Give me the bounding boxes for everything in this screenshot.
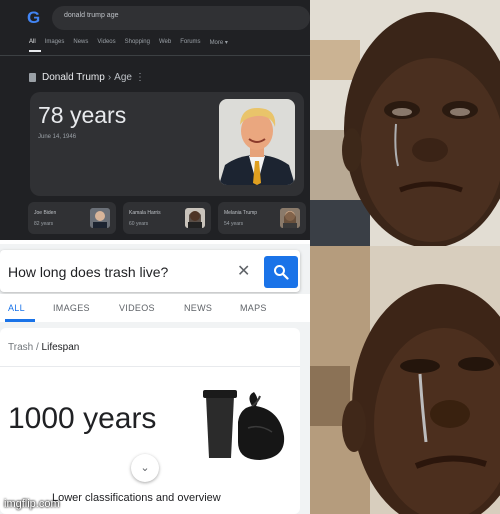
person-avatar [185, 208, 205, 228]
dark-tab-bar: All Images News Videos Shopping Web Foru… [29, 39, 228, 46]
tab-news[interactable]: News [73, 39, 88, 46]
clear-icon[interactable]: ✕ [237, 261, 250, 281]
portrait-image[interactable] [219, 99, 295, 185]
tab-videos[interactable]: Videos [97, 39, 115, 46]
active-tab-indicator [29, 50, 41, 52]
light-search-panel: How long does trash live? ✕ ALL IMAGES V… [0, 244, 310, 514]
trash-bag-icon [203, 390, 285, 460]
breadcrumb-separator: / [33, 342, 42, 353]
google-logo-icon[interactable]: G [27, 8, 40, 28]
tab-videos[interactable]: VIDEOS [119, 303, 155, 313]
person-name: Melania Trump [224, 210, 258, 216]
dark-search-query: donald trump age [64, 12, 119, 19]
related-people: Joe Biden 82 years Kamala Harris 60 year… [28, 202, 306, 234]
divider [0, 55, 310, 56]
tab-bar: ALL IMAGES VIDEOS NEWS MAPS [0, 294, 310, 322]
related-person-card[interactable]: Melania Trump 54 years [218, 202, 306, 234]
breadcrumb-entity[interactable]: Trash [8, 342, 33, 353]
tab-forums[interactable]: Forums [180, 39, 200, 46]
answer-card: 78 years June 14, 1946 [30, 92, 304, 196]
answer-value: 78 years [38, 102, 127, 128]
tab-all[interactable]: All [29, 39, 36, 46]
entity-icon [29, 73, 36, 82]
chevron-down-icon[interactable]: ⌄ [131, 454, 159, 482]
person-age: 82 years [34, 221, 54, 227]
search-button[interactable] [264, 256, 298, 288]
imgflip-watermark: imgflip.com [4, 498, 60, 510]
tab-web[interactable]: Web [159, 39, 171, 46]
person-avatar [90, 208, 110, 228]
person-name: Joe Biden [34, 210, 57, 216]
breadcrumb-attribute: Lifespan [41, 342, 80, 353]
dark-search-panel: G donald trump age All Images News Video… [0, 0, 310, 240]
tab-maps[interactable]: MAPS [240, 303, 267, 313]
breadcrumb: Trash / Lifespan [8, 342, 79, 353]
breadcrumb: Donald Trump › Age ⋮ [29, 72, 145, 83]
crying-reaction-photo [310, 246, 500, 514]
person-avatar [280, 208, 300, 228]
person-age: 54 years [224, 221, 244, 227]
person-age: 60 years [129, 221, 149, 227]
expand-section-label[interactable]: Lower classifications and overview [52, 492, 221, 504]
divider [0, 366, 300, 367]
crying-reaction-photo [310, 0, 500, 246]
search-icon [274, 265, 289, 280]
breadcrumb-separator: › [107, 72, 112, 83]
breadcrumb-entity[interactable]: Donald Trump [42, 72, 105, 83]
tab-images[interactable]: IMAGES [53, 303, 90, 313]
tab-all[interactable]: ALL [8, 303, 25, 313]
tab-images[interactable]: Images [45, 39, 65, 46]
search-query: How long does trash live? [8, 264, 169, 280]
dark-search-input[interactable]: donald trump age [52, 6, 310, 30]
answer-value: 1000 years [8, 402, 157, 435]
breadcrumb-attribute: Age [114, 72, 132, 83]
related-person-card[interactable]: Kamala Harris 60 years [123, 202, 211, 234]
birth-date: June 14, 1946 [38, 134, 77, 140]
answer-card: Trash / Lifespan 1000 years ⌄ Lower clas… [0, 328, 300, 514]
person-name: Kamala Harris [129, 210, 161, 216]
tab-more[interactable]: More ▾ [210, 39, 228, 46]
more-options-icon[interactable]: ⋮ [135, 72, 145, 83]
tab-shopping[interactable]: Shopping [125, 39, 150, 46]
tab-news[interactable]: NEWS [184, 303, 212, 313]
active-tab-indicator [5, 319, 35, 322]
related-person-card[interactable]: Joe Biden 82 years [28, 202, 116, 234]
search-input[interactable]: How long does trash live? ✕ [0, 250, 300, 292]
